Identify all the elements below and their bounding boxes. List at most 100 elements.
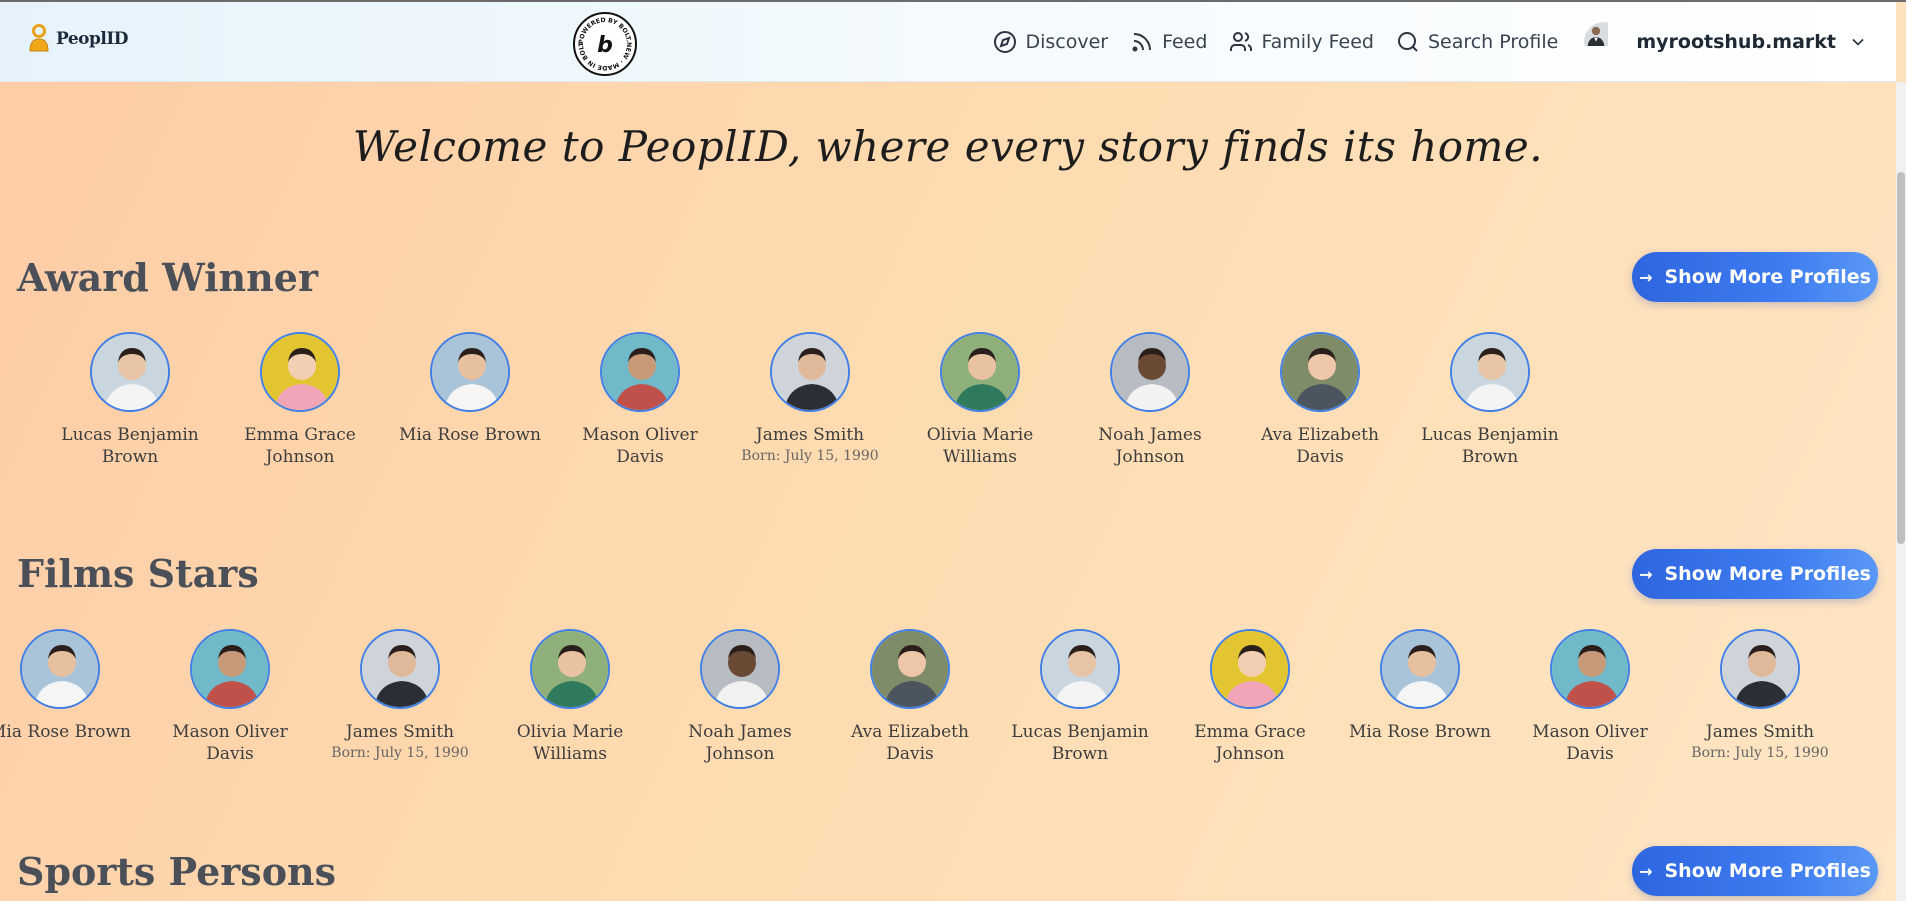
profile-photo[interactable] — [1040, 629, 1120, 709]
profile-name: Noah James Johnson — [1098, 425, 1202, 467]
profile-name: Mason Oliver Davis — [172, 722, 288, 764]
scrollbar-thumb[interactable] — [1897, 172, 1905, 544]
profile-photo[interactable] — [700, 629, 780, 709]
profile-birthdate: Born: July 15, 1990 — [331, 745, 469, 761]
profile-name: James Smith — [755, 425, 865, 445]
user-menu[interactable]: myrootshub.markt — [1584, 22, 1868, 62]
nav-search-profile-label: Search Profile — [1427, 31, 1559, 53]
nav-family-feed-label: Family Feed — [1261, 31, 1374, 53]
top-navbar: PeoplID POWERED BY BOLT.NEW · MADE IN BO… — [0, 2, 1896, 82]
profile-card[interactable]: Noah James Johnson — [1075, 332, 1225, 468]
nav-family-feed[interactable]: Family Feed — [1229, 30, 1374, 54]
profile-card[interactable]: Mia Rose Brown — [395, 332, 545, 446]
nav-discover[interactable]: Discover — [993, 30, 1108, 54]
profile-card[interactable]: Lucas Benjamin Brown — [1005, 629, 1155, 765]
profile-name: Mia Rose Brown — [1349, 722, 1491, 742]
profile-card[interactable]: Mia Rose Brown — [0, 629, 135, 743]
compass-icon — [994, 31, 1017, 53]
users-icon — [1230, 32, 1253, 51]
profile-card[interactable]: Olivia Marie Williams — [495, 629, 645, 765]
profile-card[interactable]: James Smith Born: July 15, 1990 — [1685, 629, 1835, 761]
profile-photo[interactable] — [1450, 332, 1530, 412]
username: myrootshub.markt — [1636, 31, 1836, 53]
profile-photo[interactable] — [870, 629, 950, 709]
bolt-badge[interactable]: POWERED BY BOLT.NEW · MADE IN BOLT.NEW b — [572, 9, 637, 76]
profile-photo[interactable] — [530, 629, 610, 709]
profile-name: Mia Rose Brown — [0, 722, 131, 742]
show-more-award-winner-button[interactable]: → Show More Profiles — [1632, 252, 1878, 302]
chevron-down-icon — [1852, 38, 1864, 46]
profile-photo[interactable] — [360, 629, 440, 709]
profile-name: Ava Elizabeth Davis — [1261, 425, 1379, 467]
profile-photo[interactable] — [430, 332, 510, 412]
section-title-films-stars: Films Stars — [17, 551, 259, 596]
arrow-right-icon: → — [1639, 267, 1653, 287]
section-title-award-winner: Award Winner — [17, 255, 318, 300]
bolt-badge-icon: POWERED BY BOLT.NEW · MADE IN BOLT.NEW b — [572, 9, 632, 71]
nav-search-profile[interactable]: Search Profile — [1396, 30, 1558, 54]
profile-photo[interactable] — [20, 629, 100, 709]
profile-name: James Smith — [345, 722, 455, 742]
profile-card[interactable]: Mason Oliver Davis — [155, 629, 305, 765]
profile-photo[interactable] — [600, 332, 680, 412]
person-logo-icon — [29, 24, 49, 52]
profile-name: Mason Oliver Davis — [1532, 722, 1648, 764]
profile-name: Emma Grace Johnson — [244, 425, 356, 467]
app-logo[interactable]: PeoplID — [28, 24, 129, 54]
profile-photo[interactable] — [90, 332, 170, 412]
show-more-sports-persons-button[interactable]: → Show More Profiles — [1632, 846, 1878, 896]
show-more-films-stars-button[interactable]: → Show More Profiles — [1632, 549, 1878, 599]
profile-photo[interactable] — [1210, 629, 1290, 709]
profile-name: Lucas Benjamin Brown — [61, 425, 199, 467]
profiles-row-award-winner: Lucas Benjamin Brown Emma Grace Johnson Mi… — [0, 332, 1896, 482]
search-icon — [1397, 32, 1418, 52]
main-nav: Discover Feed Family Feed Search Profile — [993, 2, 1868, 82]
nav-discover-label: Discover — [1025, 31, 1109, 53]
arrow-right-icon: → — [1639, 564, 1653, 584]
profile-card[interactable]: Lucas Benjamin Brown — [55, 332, 205, 468]
profile-photo[interactable] — [260, 332, 340, 412]
page-scrollbar[interactable] — [1896, 82, 1906, 901]
profile-card[interactable]: James Smith Born: July 15, 1990 — [325, 629, 475, 761]
user-avatar — [1584, 22, 1624, 62]
welcome-heading: Welcome to PeoplID, where every story fi… — [352, 122, 1544, 171]
section-title-sports-persons: Sports Persons — [17, 849, 337, 894]
profile-photo[interactable] — [1380, 629, 1460, 709]
profile-photo[interactable] — [190, 629, 270, 709]
profile-name: Olivia Marie Williams — [516, 722, 624, 764]
logo-text: PeoplID — [56, 29, 129, 49]
profile-card[interactable]: James Smith Born: July 15, 1990 — [735, 332, 885, 464]
profile-name: Lucas Benjamin Brown — [1011, 722, 1149, 764]
profile-name: Ava Elizabeth Davis — [851, 722, 969, 764]
rss-icon — [1132, 33, 1152, 52]
show-more-label: Show More Profiles — [1664, 563, 1871, 585]
svg-text:b: b — [597, 33, 613, 58]
profile-photo[interactable] — [1280, 332, 1360, 412]
show-more-label: Show More Profiles — [1664, 860, 1871, 882]
profile-photo[interactable] — [770, 332, 850, 412]
show-more-label: Show More Profiles — [1664, 266, 1871, 288]
profile-card[interactable]: Ava Elizabeth Davis — [1245, 332, 1395, 468]
profile-card[interactable]: Lucas Benjamin Brown — [1415, 332, 1565, 468]
profile-card[interactable]: Emma Grace Johnson — [225, 332, 375, 468]
profile-card[interactable]: Noah James Johnson — [665, 629, 815, 765]
profile-birthdate: Born: July 15, 1990 — [1691, 745, 1829, 761]
profile-name: James Smith — [1705, 722, 1815, 742]
profile-photo[interactable] — [1550, 629, 1630, 709]
profile-photo[interactable] — [1720, 629, 1800, 709]
profiles-row-films-stars: Mia Rose Brown Mason Oliver Davis James Sm… — [0, 629, 1896, 779]
profile-card[interactable]: Mia Rose Brown — [1345, 629, 1495, 743]
profile-name: Noah James Johnson — [688, 722, 792, 764]
nav-feed[interactable]: Feed — [1130, 30, 1207, 54]
profile-card[interactable]: Mason Oliver Davis — [565, 332, 715, 468]
profile-photo[interactable] — [1110, 332, 1190, 412]
profile-photo[interactable] — [940, 332, 1020, 412]
arrow-right-icon: → — [1639, 861, 1653, 881]
profile-name: Olivia Marie Williams — [926, 425, 1034, 467]
profile-card[interactable]: Olivia Marie Williams — [905, 332, 1055, 468]
profile-card[interactable]: Mason Oliver Davis — [1515, 629, 1665, 765]
profile-birthdate: Born: July 15, 1990 — [741, 448, 879, 464]
nav-feed-label: Feed — [1162, 31, 1208, 53]
profile-card[interactable]: Ava Elizabeth Davis — [835, 629, 985, 765]
profile-card[interactable]: Emma Grace Johnson — [1175, 629, 1325, 765]
